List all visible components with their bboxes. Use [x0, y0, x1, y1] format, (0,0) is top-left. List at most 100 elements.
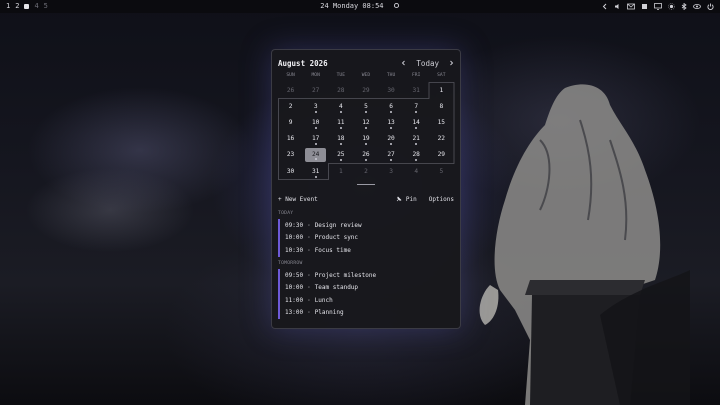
day-number: 3 — [389, 167, 393, 175]
sync-icon[interactable] — [393, 2, 400, 9]
clock[interactable]: 24 Monday 08:54 — [320, 2, 383, 10]
tomorrow-event-list: 09:50 · Project milestone 10:00 · Team standu… — [278, 269, 456, 319]
day-cell[interactable]: 10 — [303, 114, 328, 130]
day-cell[interactable]: 30 — [278, 163, 303, 179]
day-grid: 26 27 28 29 30 31 1 2 3 4 5 6 7 8 9 10 11 12 13 14 15 16 17 18 1… — [278, 82, 454, 179]
workspace-switcher: 1 2 4 5 — [0, 0, 48, 13]
day-number: 24 — [311, 151, 320, 159]
next-month-icon[interactable] — [449, 60, 454, 66]
today-button[interactable]: Today — [416, 59, 439, 68]
day-number: 31 — [311, 167, 320, 175]
day-number: 5 — [439, 167, 444, 175]
day-cell[interactable]: 16 — [278, 131, 303, 147]
day-cell[interactable]: 9 — [278, 114, 303, 130]
event-item[interactable]: 11:00 · Lunch — [280, 294, 456, 307]
day-number: 4 — [338, 102, 343, 110]
event-title: Project milestone — [314, 271, 377, 279]
day-cell[interactable]: 12 — [353, 114, 378, 130]
day-cell[interactable]: 3 — [303, 98, 328, 114]
workspace-active-indicator[interactable] — [24, 4, 30, 9]
day-cell[interactable]: 31 — [404, 82, 429, 98]
day-cell[interactable]: 26 — [278, 82, 303, 98]
day-cell[interactable]: 21 — [404, 131, 429, 147]
day-cell[interactable]: 4 — [404, 163, 429, 179]
event-item[interactable]: 13:00 · Planning — [280, 307, 456, 320]
day-number: 30 — [286, 167, 295, 175]
day-cell[interactable]: 8 — [429, 98, 454, 114]
day-cell[interactable]: 27 — [303, 82, 328, 98]
day-cell[interactable]: 15 — [429, 114, 454, 130]
pin-button[interactable]: Pin — [396, 196, 417, 203]
day-number: 11 — [337, 118, 345, 126]
new-event-button[interactable]: + New Event — [278, 196, 318, 203]
day-cell[interactable]: 2 — [278, 98, 303, 114]
network-icon[interactable] — [641, 3, 648, 10]
day-cell[interactable]: 14 — [404, 114, 429, 130]
day-number: 8 — [439, 102, 444, 110]
event-item[interactable]: 10:00 · Product sync — [280, 232, 456, 245]
event-time: 11:00 — [285, 296, 304, 304]
day-cell[interactable]: 22 — [429, 131, 454, 147]
weekday-label: SUN — [286, 73, 295, 78]
day-cell-today[interactable]: 24 — [305, 147, 327, 162]
day-cell[interactable]: 1 — [328, 163, 353, 179]
day-number: 21 — [412, 135, 420, 143]
day-cell[interactable]: 11 — [328, 114, 353, 130]
event-item[interactable]: 10:30 · Focus time — [280, 244, 456, 257]
day-cell[interactable]: 28 — [404, 147, 429, 163]
mail-icon[interactable] — [627, 3, 635, 10]
pin-label: Pin — [405, 195, 417, 203]
day-cell[interactable]: 30 — [379, 82, 404, 98]
event-time: 10:00 — [285, 284, 304, 292]
workspace-5[interactable]: 5 — [44, 0, 48, 13]
day-number: 9 — [288, 118, 293, 126]
brightness-icon[interactable] — [668, 3, 675, 10]
day-cell[interactable]: 19 — [353, 131, 378, 147]
workspace-4[interactable]: 4 — [34, 0, 38, 13]
monitor-icon[interactable] — [654, 3, 662, 10]
event-separator: · — [307, 221, 311, 229]
day-cell[interactable]: 3 — [379, 163, 404, 179]
eye-icon[interactable] — [693, 3, 701, 10]
day-number: 4 — [414, 167, 419, 175]
day-cell[interactable]: 31 — [303, 163, 328, 179]
event-item[interactable]: 10:00 · Team standup — [280, 282, 456, 295]
day-cell[interactable]: 25 — [328, 147, 353, 163]
day-cell[interactable]: 4 — [328, 98, 353, 114]
event-item[interactable]: 09:50 · Project milestone — [280, 269, 456, 282]
day-cell[interactable]: 2 — [353, 163, 378, 179]
day-cell[interactable]: 17 — [303, 131, 328, 147]
prev-month-icon[interactable] — [401, 60, 406, 66]
day-number: 6 — [389, 102, 393, 110]
day-cell[interactable]: 20 — [379, 131, 404, 147]
day-cell[interactable]: 28 — [328, 82, 353, 98]
calendar-actions: + New Event Pin Options — [278, 194, 454, 204]
event-item[interactable]: 09:30 · Design review — [280, 219, 456, 232]
day-number: 13 — [387, 118, 395, 126]
day-cell[interactable]: 5 — [429, 163, 454, 179]
day-cell[interactable]: 29 — [353, 82, 378, 98]
event-dot — [415, 143, 418, 146]
day-cell[interactable]: 5 — [353, 98, 378, 114]
volume-icon[interactable] — [614, 3, 621, 10]
event-dot — [415, 110, 418, 113]
chevron-left-icon[interactable] — [602, 3, 608, 10]
day-cell[interactable]: 26 — [353, 147, 378, 163]
event-title: Planning — [314, 309, 344, 317]
day-cell[interactable]: 23 — [278, 147, 303, 163]
day-cell[interactable]: 6 — [379, 98, 404, 114]
workspace-1[interactable]: 1 — [6, 0, 10, 13]
day-cell[interactable]: 13 — [379, 114, 404, 130]
day-cell[interactable]: 29 — [429, 147, 454, 163]
event-dot — [415, 127, 418, 130]
event-dot — [364, 143, 367, 146]
day-cell[interactable]: 27 — [379, 147, 404, 163]
day-cell[interactable]: 7 — [404, 98, 429, 114]
workspace-2[interactable]: 2 — [15, 0, 19, 13]
options-button[interactable]: Options — [429, 196, 454, 203]
bluetooth-icon[interactable] — [681, 3, 687, 10]
power-icon[interactable] — [707, 3, 714, 10]
day-cell[interactable]: 18 — [328, 131, 353, 147]
wallpaper-hiker-figure — [479, 84, 690, 405]
day-cell[interactable]: 1 — [429, 82, 454, 98]
